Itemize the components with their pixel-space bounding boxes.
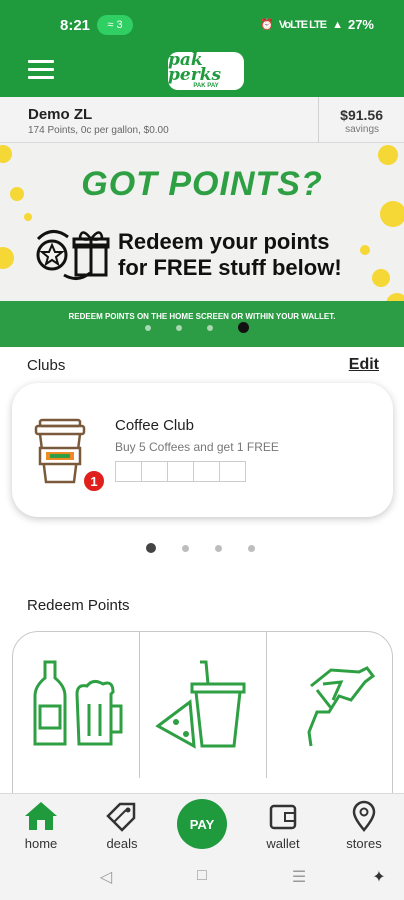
menu-icon-bar (28, 60, 54, 63)
pagination-dot[interactable] (215, 544, 222, 552)
punch-card-progress (115, 461, 246, 482)
redeem-category-food[interactable] (140, 632, 267, 778)
hotspot-icon: ≈ (107, 19, 114, 31)
bottom-navigation: home deals PAY wallet stores (0, 793, 404, 855)
pagination-dot[interactable] (176, 324, 182, 331)
clubs-pagination (146, 543, 255, 553)
pagination-dot-active[interactable] (238, 322, 249, 333)
logo-subtext: PAK PAY (193, 83, 219, 89)
pagination-dot[interactable] (207, 324, 213, 331)
coin-decoration (24, 213, 32, 221)
pay-button[interactable]: PAY (177, 799, 227, 849)
club-title: Coffee Club (115, 417, 194, 434)
logo-text: pak perks (168, 50, 222, 85)
fuel-icon (307, 666, 376, 747)
clubs-title: Clubs (27, 357, 66, 374)
banner-headline: GOT POINTS? (81, 165, 323, 203)
coin-decoration (378, 145, 398, 165)
coin-decoration (0, 145, 12, 163)
menu-icon-bar (28, 68, 54, 71)
promo-banner[interactable]: GOT POINTS? Redeem your points for FREE … (0, 143, 404, 347)
banner-strip-text: REDEEM POINTS ON THE HOME SCREEN OR WITH… (68, 312, 336, 321)
network-label: VoLTE LTE (278, 18, 327, 31)
system-navigation: ◁ □ ☰ ✦ (0, 855, 404, 900)
coin-decoration (380, 201, 404, 227)
edit-clubs-link[interactable]: Edit (349, 356, 379, 374)
signal-icon: ▲ (332, 18, 343, 31)
nav-wallet[interactable]: wallet (251, 800, 315, 852)
app-header: pak perks PAK PAY (0, 52, 404, 97)
battery-level: 27% (347, 17, 374, 32)
gift-exchange-icon (36, 230, 110, 280)
coin-decoration (0, 247, 14, 269)
pagination-dot[interactable] (248, 544, 255, 552)
coin-decoration (360, 245, 370, 255)
banner-pagination (145, 322, 249, 333)
banner-line-2: for FREE stuff below! (118, 255, 342, 280)
coin-decoration (372, 269, 390, 287)
nav-deals-label: deals (106, 836, 138, 851)
nav-stores[interactable]: stores (332, 800, 396, 852)
redeem-points-title: Redeem Points (27, 597, 130, 614)
menu-button[interactable] (28, 60, 56, 82)
punch-slot (141, 461, 168, 482)
drinks-icon (33, 660, 123, 746)
nav-home[interactable]: home (9, 800, 73, 852)
notification-pill: ≈ 3 (97, 15, 133, 35)
punch-slot (193, 461, 220, 482)
home-square-icon[interactable]: □ (190, 867, 214, 889)
status-right: ⏰ VoLTE LTE ▲ 27% (260, 17, 374, 32)
recents-icon[interactable]: ☰ (287, 867, 311, 889)
redeem-category-drinks[interactable] (13, 632, 140, 778)
notification-count: 3 (116, 19, 123, 31)
accessibility-icon[interactable]: ✦ (367, 867, 391, 889)
nav-deals[interactable]: deals (90, 800, 154, 852)
tag-icon (106, 802, 136, 832)
coffee-cup-icon (34, 418, 86, 484)
redeem-category-fuel[interactable] (267, 632, 392, 778)
coffee-club-card[interactable]: 1 Coffee Club Buy 5 Coffees and get 1 FR… (12, 383, 393, 517)
club-reward-badge: 1 (82, 469, 106, 493)
banner-line-1: Redeem your points (118, 229, 330, 254)
food-icon (155, 660, 246, 749)
account-summary[interactable]: Demo ZL 174 Points, 0c per gallon, $0.00… (0, 97, 404, 143)
punch-slot (219, 461, 246, 482)
punch-slot (167, 461, 194, 482)
pagination-dot-active[interactable] (146, 543, 156, 553)
pak-perks-logo: pak perks PAK PAY (168, 52, 244, 90)
home-icon (25, 802, 57, 830)
account-name: Demo ZL (28, 106, 93, 123)
pagination-dot[interactable] (182, 544, 189, 552)
location-pin-icon (352, 800, 376, 832)
status-time: 8:21 (60, 17, 91, 34)
savings-amount: $91.56 (340, 107, 383, 123)
nav-wallet-label: wallet (266, 836, 300, 851)
status-bar: 8:21 ≈ 3 ⏰ VoLTE LTE ▲ 27% (0, 0, 404, 52)
divider (318, 97, 319, 143)
back-icon[interactable]: ◁ (94, 867, 118, 889)
menu-icon-bar (28, 76, 54, 79)
savings-label: savings (345, 124, 379, 135)
wallet-icon (269, 804, 297, 830)
club-description: Buy 5 Coffees and get 1 FREE (115, 440, 279, 454)
punch-slot (115, 461, 142, 482)
alarm-icon: ⏰ (260, 19, 274, 31)
account-details: 174 Points, 0c per gallon, $0.00 (28, 125, 169, 136)
nav-stores-label: stores (346, 836, 382, 851)
pagination-dot[interactable] (145, 324, 151, 331)
nav-home-label: home (24, 836, 58, 851)
